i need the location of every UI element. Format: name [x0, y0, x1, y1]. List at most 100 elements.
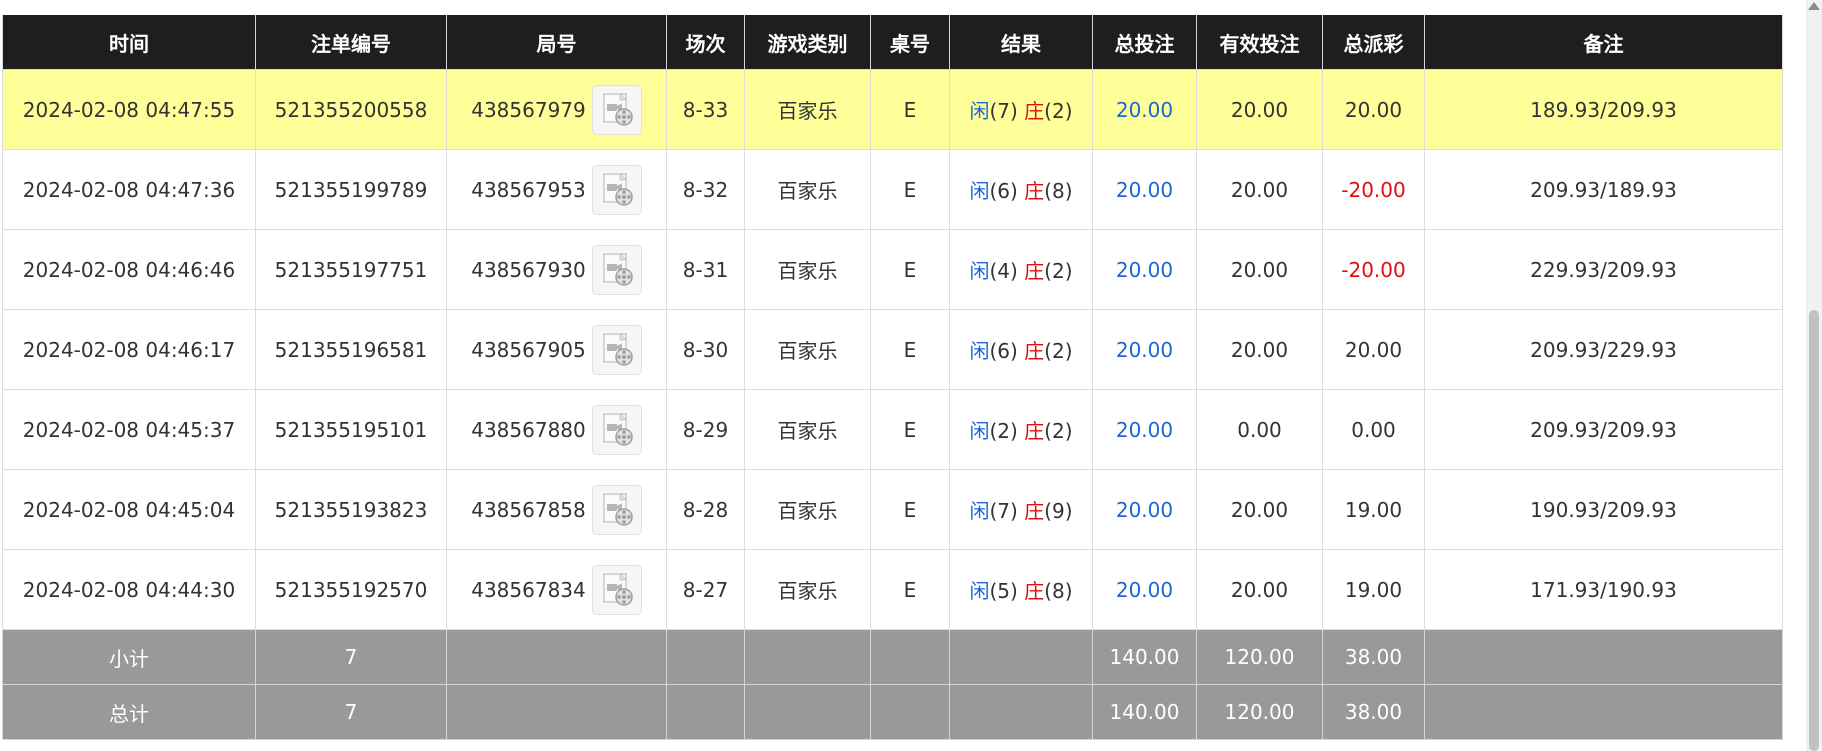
cell-result: 闲(7) 庄(9)	[949, 469, 1093, 550]
cell-bet-id: 521355196581	[255, 309, 447, 390]
cell-time: 2024-02-08 04:46:46	[2, 229, 256, 310]
round-wrapper: 438567858	[447, 484, 666, 535]
cell-time: 2024-02-08 04:45:04	[2, 469, 256, 550]
cell-remark: 229.93/209.93	[1424, 229, 1783, 310]
video-replay-icon[interactable]	[591, 324, 642, 375]
cell-total-bet: 20.00	[1092, 229, 1197, 310]
cell-valid-bet: 20.00	[1196, 229, 1323, 310]
cell-remark: 209.93/189.93	[1424, 149, 1783, 230]
summary-label: 总计	[2, 684, 256, 740]
summary-total-bet: 140.00	[1092, 629, 1197, 685]
banker-score: (8)	[1044, 179, 1073, 203]
video-replay-icon[interactable]	[591, 244, 642, 295]
cell-time: 2024-02-08 04:47:36	[2, 149, 256, 230]
cell-result: 闲(2) 庄(2)	[949, 389, 1093, 470]
cell-valid-bet: 20.00	[1196, 149, 1323, 230]
summary-empty-cell	[744, 684, 871, 740]
player-score: (6)	[989, 339, 1018, 363]
cell-remark: 209.93/209.93	[1424, 389, 1783, 470]
cell-result: 闲(7) 庄(2)	[949, 69, 1093, 150]
player-label: 闲	[969, 419, 990, 443]
header-row: 时间 注单编号 局号 场次 游戏类别 桌号 结果 总投注 有效投注 总派彩 备注	[2, 15, 1783, 70]
cell-game-type: 百家乐	[744, 229, 871, 310]
table-row: 2024-02-08 04:45:04 521355193823 438567858…	[2, 469, 1783, 550]
cell-session: 8-32	[666, 149, 745, 230]
column-header-bet-id: 注单编号	[255, 15, 447, 70]
cell-game-type: 百家乐	[744, 149, 871, 230]
cell-round: 438567880	[446, 389, 667, 470]
cell-valid-bet: 20.00	[1196, 469, 1323, 550]
cell-time: 2024-02-08 04:45:37	[2, 389, 256, 470]
cell-table: E	[870, 309, 950, 390]
round-number: 438567930	[471, 257, 586, 282]
cell-session: 8-28	[666, 469, 745, 550]
cell-table: E	[870, 469, 950, 550]
grand-total-row: 总计 7 140.00 120.00 38.00	[2, 684, 1783, 740]
summary-empty-cell	[446, 629, 667, 685]
summary-empty-cell	[446, 684, 667, 740]
scroll-up-arrow-icon[interactable]	[1808, 2, 1820, 10]
cell-round: 438567858	[446, 469, 667, 550]
round-number: 438567880	[471, 417, 586, 442]
round-number: 438567953	[471, 177, 586, 202]
column-header-time: 时间	[2, 15, 256, 70]
page: 时间 注单编号 局号 场次 游戏类别 桌号 结果 总投注 有效投注 总派彩 备注 2024-02-0…	[0, 0, 1822, 751]
player-label: 闲	[969, 579, 990, 603]
table-row: 2024-02-08 04:46:46 521355197751 438567930…	[2, 229, 1783, 310]
banker-label: 庄	[1024, 499, 1045, 523]
cell-round: 438567905	[446, 309, 667, 390]
table-row: 2024-02-08 04:47:36 521355199789 438567953…	[2, 149, 1783, 230]
player-score: (7)	[989, 499, 1018, 523]
cell-bet-id: 521355193823	[255, 469, 447, 550]
column-header-valid-bet: 有效投注	[1196, 15, 1323, 70]
cell-bet-id: 521355199789	[255, 149, 447, 230]
player-label: 闲	[969, 99, 990, 123]
cell-valid-bet: 0.00	[1196, 389, 1323, 470]
banker-score: (2)	[1044, 259, 1073, 283]
cell-table: E	[870, 149, 950, 230]
summary-payout: 38.00	[1322, 629, 1425, 685]
vertical-scrollbar[interactable]	[1806, 0, 1822, 751]
cell-valid-bet: 20.00	[1196, 309, 1323, 390]
cell-time: 2024-02-08 04:47:55	[2, 69, 256, 150]
cell-game-type: 百家乐	[744, 549, 871, 630]
banker-label: 庄	[1024, 579, 1045, 603]
cell-game-type: 百家乐	[744, 69, 871, 150]
scrollbar-thumb[interactable]	[1809, 310, 1819, 751]
player-score: (5)	[989, 579, 1018, 603]
video-replay-icon[interactable]	[591, 84, 642, 135]
bet-records-table: 时间 注单编号 局号 场次 游戏类别 桌号 结果 总投注 有效投注 总派彩 备注 2024-02-0…	[2, 15, 1783, 740]
column-header-payout: 总派彩	[1322, 15, 1425, 70]
video-replay-icon[interactable]	[591, 484, 642, 535]
cell-total-bet: 20.00	[1092, 389, 1197, 470]
table-row: 2024-02-08 04:45:37 521355195101 438567880…	[2, 389, 1783, 470]
summary-empty-cell	[1424, 629, 1783, 685]
summary-valid-bet: 120.00	[1196, 629, 1323, 685]
column-header-result: 结果	[949, 15, 1093, 70]
cell-payout: -20.00	[1322, 229, 1425, 310]
round-wrapper: 438567834	[447, 564, 666, 615]
cell-game-type: 百家乐	[744, 389, 871, 470]
video-replay-icon[interactable]	[591, 564, 642, 615]
summary-empty-cell	[666, 629, 745, 685]
cell-session: 8-31	[666, 229, 745, 310]
cell-remark: 190.93/209.93	[1424, 469, 1783, 550]
cell-round: 438567979	[446, 69, 667, 150]
summary-label: 小计	[2, 629, 256, 685]
cell-valid-bet: 20.00	[1196, 69, 1323, 150]
summary-empty-cell	[666, 684, 745, 740]
round-wrapper: 438567905	[447, 324, 666, 375]
video-replay-icon[interactable]	[591, 164, 642, 215]
cell-session: 8-27	[666, 549, 745, 630]
player-label: 闲	[969, 339, 990, 363]
cell-result: 闲(6) 庄(2)	[949, 309, 1093, 390]
cell-session: 8-33	[666, 69, 745, 150]
banker-label: 庄	[1024, 259, 1045, 283]
banker-label: 庄	[1024, 419, 1045, 443]
cell-total-bet: 20.00	[1092, 149, 1197, 230]
column-header-game-type: 游戏类别	[744, 15, 871, 70]
video-replay-icon[interactable]	[591, 404, 642, 455]
player-score: (6)	[989, 179, 1018, 203]
summary-empty-cell	[870, 629, 950, 685]
cell-session: 8-30	[666, 309, 745, 390]
